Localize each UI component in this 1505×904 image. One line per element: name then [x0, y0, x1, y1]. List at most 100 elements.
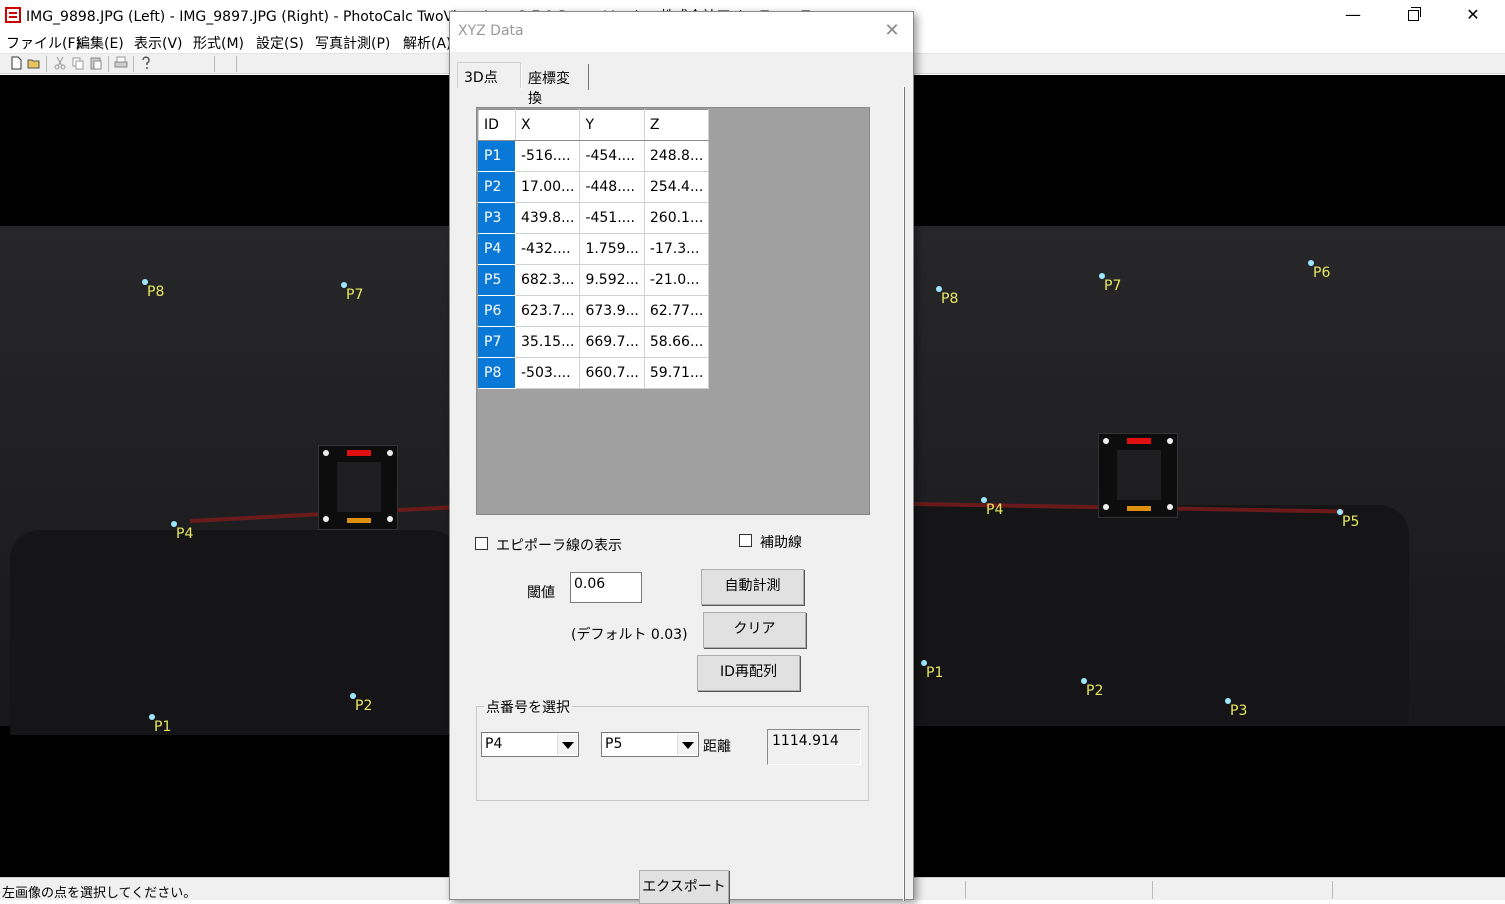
left-image-pane[interactable]: P8 P7 P4 P2 P1: [0, 75, 450, 877]
cell-y[interactable]: 1.759...: [579, 233, 645, 265]
row-id[interactable]: P6: [478, 295, 516, 327]
menu-photo-measure[interactable]: 写真計測(P): [315, 33, 390, 53]
right-marker-p7[interactable]: P7: [1098, 273, 1121, 294]
toolbar-separator: [108, 56, 109, 72]
right-marker-p5[interactable]: P5: [1336, 509, 1359, 530]
toolbar-separator: [214, 56, 215, 72]
right-marker-p2[interactable]: P2: [1080, 678, 1103, 699]
cell-x[interactable]: 682.3...: [514, 264, 581, 296]
xyz-data-dialog: XYZ Data ✕ 3D点 座標変換 ID X Y Z P1 -516....…: [449, 11, 914, 904]
cell-z[interactable]: 254.4...: [643, 171, 710, 203]
table-row[interactable]: P6 623.7... 673.9... 62.77...: [478, 295, 710, 327]
column-header-id[interactable]: ID: [478, 109, 516, 141]
left-marker-p4[interactable]: P4: [170, 521, 193, 542]
right-marker-p1[interactable]: P1: [920, 660, 943, 681]
cell-z[interactable]: 260.1...: [643, 202, 710, 234]
table-row[interactable]: P2 17.00... -448.... 254.4...: [478, 171, 710, 203]
reorder-id-button[interactable]: ID再配列: [697, 655, 800, 691]
tab-3d-points[interactable]: 3D点: [457, 62, 521, 88]
left-marker-p8[interactable]: P8: [141, 279, 164, 300]
new-file-icon[interactable]: [9, 56, 23, 70]
menu-format[interactable]: 形式(M): [193, 33, 244, 53]
point-a-select[interactable]: P4: [481, 732, 579, 757]
row-id[interactable]: P5: [478, 264, 516, 296]
cell-y[interactable]: -448....: [579, 171, 645, 203]
cell-x[interactable]: -516....: [514, 140, 581, 172]
menu-settings[interactable]: 設定(S): [256, 33, 304, 53]
cell-y[interactable]: 660.7...: [579, 357, 645, 389]
row-id[interactable]: P2: [478, 171, 516, 203]
app-icon: [5, 7, 21, 23]
cut-icon[interactable]: [53, 56, 67, 70]
auto-measure-button[interactable]: 自動計測: [701, 569, 804, 605]
cell-z[interactable]: 248.8...: [643, 140, 710, 172]
maximize-button[interactable]: [1390, 0, 1436, 30]
minimize-button[interactable]: —: [1330, 0, 1376, 30]
export-button[interactable]: エクスポート: [639, 870, 729, 904]
cell-x[interactable]: 623.7...: [514, 295, 581, 327]
row-id[interactable]: P3: [478, 202, 516, 234]
table-row[interactable]: P5 682.3... 9.592... -21.0...: [478, 264, 710, 296]
right-image-pane[interactable]: P6 P7 P8 P4 P5 P1 P2 P3: [914, 75, 1505, 877]
right-marker-p4[interactable]: P4: [980, 497, 1003, 518]
column-header-z[interactable]: Z: [643, 109, 710, 141]
table-row[interactable]: P8 -503.... 660.7... 59.71...: [478, 357, 710, 389]
table-row[interactable]: P3 439.8... -451.... 260.1...: [478, 202, 710, 234]
menu-edit[interactable]: 編集(E): [76, 33, 124, 53]
copy-icon[interactable]: [71, 56, 85, 70]
row-id[interactable]: P4: [478, 233, 516, 265]
epipolar-line-label: エピポーラ線の表示: [496, 538, 622, 554]
row-id[interactable]: P8: [478, 357, 516, 389]
help-icon[interactable]: [139, 56, 153, 70]
cell-z[interactable]: -21.0...: [643, 264, 710, 296]
row-id[interactable]: P1: [478, 140, 516, 172]
cell-x[interactable]: 439.8...: [514, 202, 581, 234]
cell-y[interactable]: 9.592...: [579, 264, 645, 296]
table-row[interactable]: P7 35.15... 669.7... 58.66...: [478, 326, 710, 358]
threshold-input[interactable]: 0.06: [570, 572, 642, 603]
clear-button[interactable]: クリア: [703, 612, 806, 648]
cell-z[interactable]: 58.66...: [643, 326, 710, 358]
cell-x[interactable]: 17.00...: [514, 171, 581, 203]
row-id[interactable]: P7: [478, 326, 516, 358]
print-icon[interactable]: [114, 56, 128, 70]
calibration-target: [318, 445, 398, 530]
chevron-down-icon[interactable]: [557, 734, 577, 755]
point-b-select[interactable]: P5: [601, 732, 699, 757]
menu-analysis[interactable]: 解析(A): [403, 33, 452, 53]
left-marker-p7[interactable]: P7: [340, 282, 363, 303]
point-a-value: P4: [485, 736, 503, 752]
cell-z[interactable]: -17.3...: [643, 233, 710, 265]
cell-z[interactable]: 59.71...: [643, 357, 710, 389]
cell-y[interactable]: 669.7...: [579, 326, 645, 358]
tab-coordinate-transform[interactable]: 座標変換: [521, 64, 589, 107]
close-button[interactable]: ✕: [1450, 0, 1496, 30]
right-marker-p8[interactable]: P8: [935, 286, 958, 307]
cell-y[interactable]: 673.9...: [579, 295, 645, 327]
menu-file[interactable]: ファイル(F): [6, 33, 81, 53]
dialog-close-button[interactable]: ✕: [879, 18, 905, 44]
cell-x[interactable]: -432....: [514, 233, 581, 265]
left-marker-p1[interactable]: P1: [148, 714, 171, 735]
points-table[interactable]: ID X Y Z P1 -516.... -454.... 248.8... P…: [476, 107, 870, 515]
aux-line-checkbox[interactable]: [739, 534, 752, 547]
right-marker-p3[interactable]: P3: [1224, 698, 1247, 719]
target-orange-marker: [347, 518, 371, 523]
column-header-y[interactable]: Y: [579, 109, 645, 141]
target-orange-marker: [1127, 506, 1151, 511]
chevron-down-icon[interactable]: [677, 734, 697, 755]
cell-x[interactable]: -503....: [514, 357, 581, 389]
right-marker-p6[interactable]: P6: [1307, 260, 1330, 281]
cell-y[interactable]: -451....: [579, 202, 645, 234]
paste-icon[interactable]: [89, 56, 103, 70]
menu-view[interactable]: 表示(V): [134, 33, 183, 53]
cell-x[interactable]: 35.15...: [514, 326, 581, 358]
cell-y[interactable]: -454....: [579, 140, 645, 172]
table-row[interactable]: P4 -432.... 1.759... -17.3...: [478, 233, 710, 265]
column-header-x[interactable]: X: [514, 109, 581, 141]
cell-z[interactable]: 62.77...: [643, 295, 710, 327]
table-row[interactable]: P1 -516.... -454.... 248.8...: [478, 140, 710, 172]
open-folder-icon[interactable]: [27, 56, 41, 70]
epipolar-line-checkbox[interactable]: [475, 537, 488, 550]
left-marker-p2[interactable]: P2: [349, 693, 372, 714]
